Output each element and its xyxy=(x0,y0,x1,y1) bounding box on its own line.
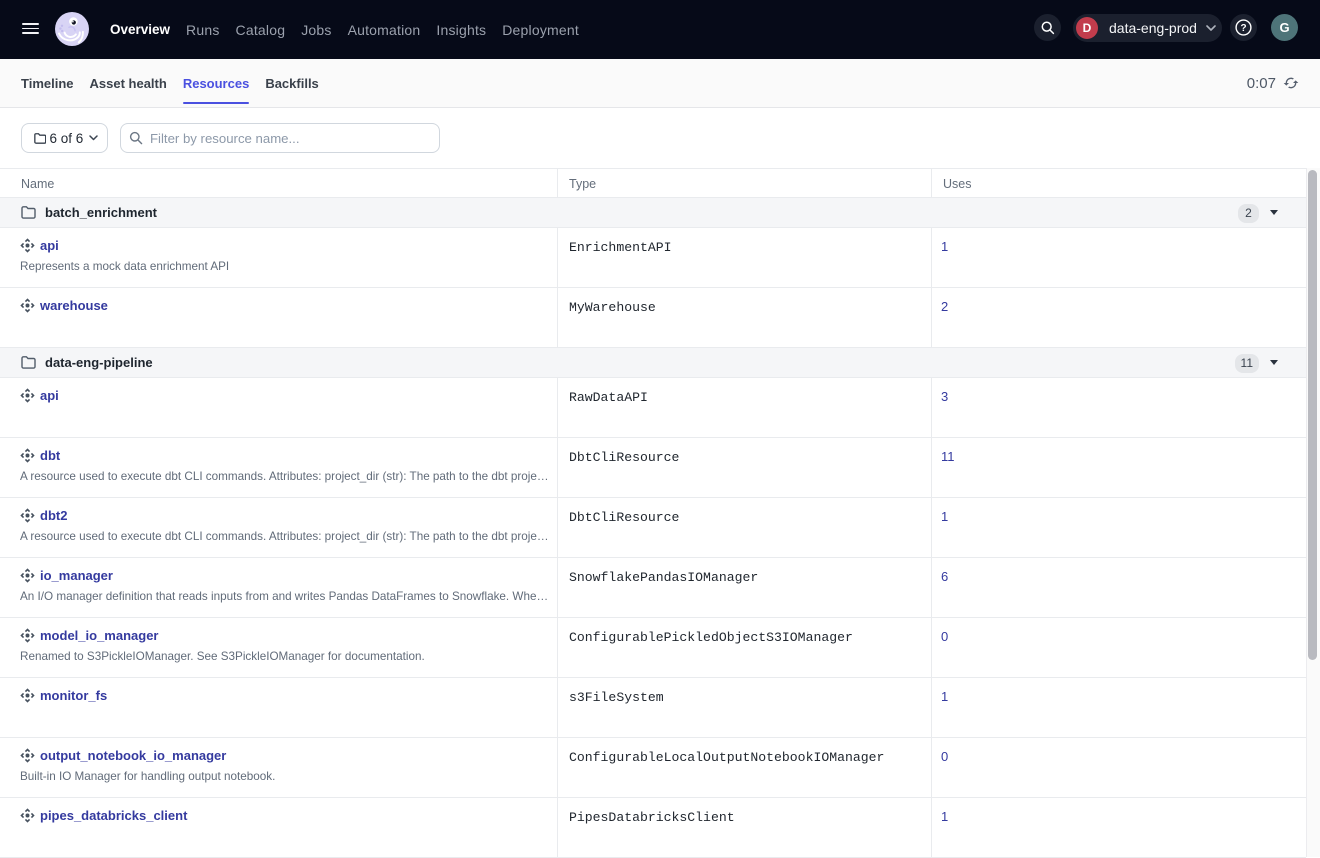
svg-text:?: ? xyxy=(1240,23,1246,34)
